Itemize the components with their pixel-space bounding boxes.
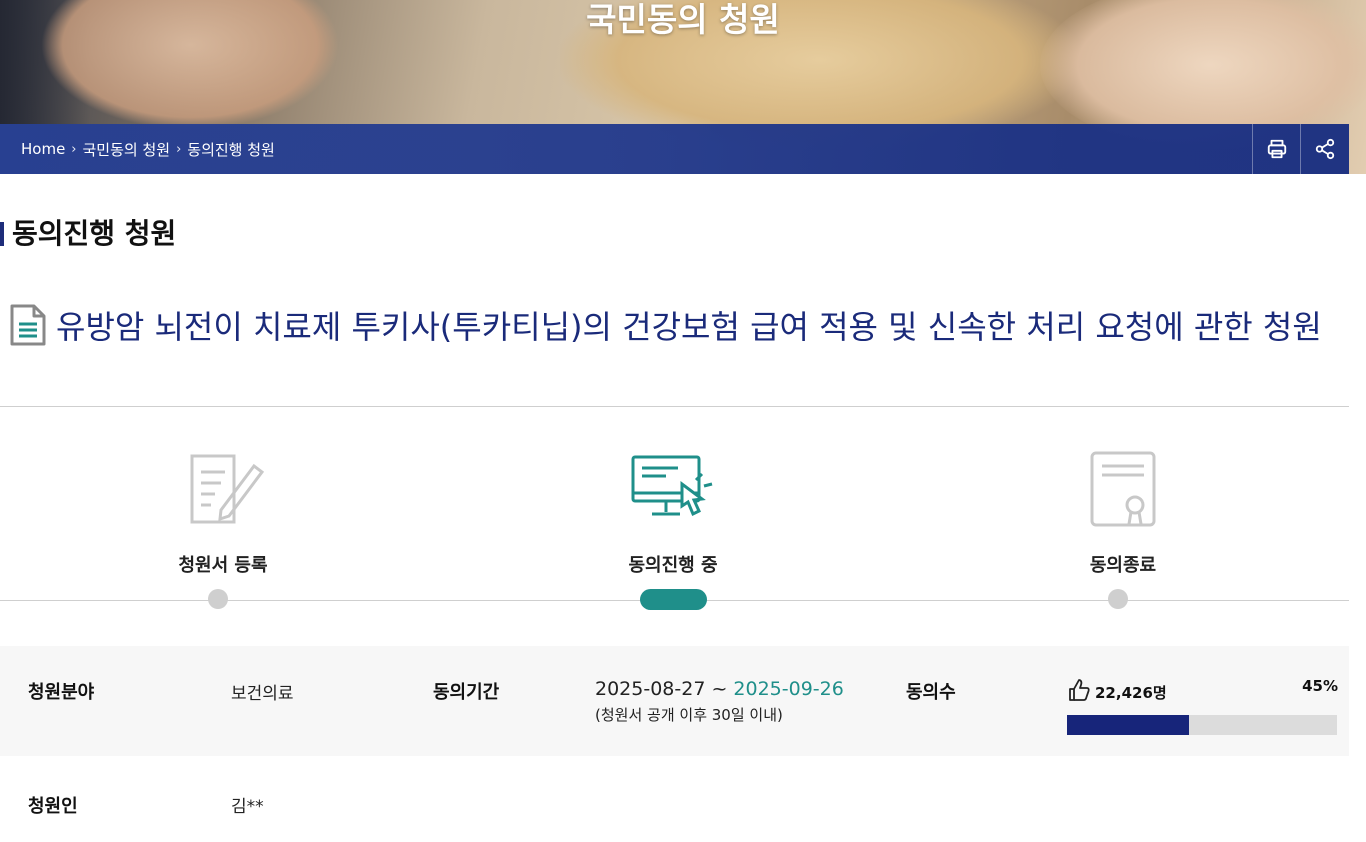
petition-title: 유방암 뇌전이 치료제 투키사(투카티닙)의 건강보험 급여 적용 및 신속한 … <box>56 308 1322 346</box>
section-title-marker <box>0 222 4 246</box>
breadcrumb: Home › 국민동의 청원 › 동의진행 청원 <box>21 124 275 174</box>
period-start: 2025-08-27 ~ <box>595 678 734 700</box>
agree-count: 22,426명 <box>1095 684 1167 702</box>
period-label: 동의기간 <box>433 682 500 703</box>
period-end: 2025-09-26 <box>733 678 844 700</box>
agree-progress-bar <box>1067 715 1337 735</box>
agree-label: 동의수 <box>906 682 956 703</box>
share-icon <box>1315 138 1334 160</box>
step-dot-registered <box>208 589 228 609</box>
period-note: (청원서 공개 이후 30일 이내) <box>595 706 783 724</box>
breadcrumb-current[interactable]: 동의진행 청원 <box>187 139 275 160</box>
field-label: 청원분야 <box>28 682 95 703</box>
petitioner-value: 김** <box>231 797 264 817</box>
agree-percent: 45% <box>1302 677 1338 695</box>
breadcrumb-petitions[interactable]: 국민동의 청원 <box>83 139 171 160</box>
share-button[interactable] <box>1300 124 1348 174</box>
step-label-registered: 청원서 등록 <box>178 555 268 576</box>
document-pen-icon <box>190 454 265 524</box>
section-title: 동의진행 청원 <box>12 217 177 250</box>
step-dot-ended <box>1108 589 1128 609</box>
chevron-right-icon: › <box>71 141 77 157</box>
step-label-in-progress: 동의진행 중 <box>628 555 718 576</box>
petitioner-label: 청원인 <box>28 796 78 817</box>
chevron-right-icon: › <box>176 141 182 157</box>
field-value: 보건의료 <box>231 684 294 704</box>
document-icon <box>10 304 46 346</box>
certificate-icon <box>1090 451 1156 527</box>
step-label-ended: 동의종료 <box>1089 555 1157 576</box>
agree-progress-fill <box>1067 715 1189 735</box>
divider <box>0 406 1349 407</box>
print-button[interactable] <box>1252 124 1300 174</box>
hero-title: 국민동의 청원 <box>586 0 780 39</box>
monitor-click-icon <box>631 455 713 517</box>
printer-icon <box>1267 139 1286 159</box>
hero-banner: 국민동의 청원 Home › 국민동의 청원 › 동의진행 청원 <box>0 0 1366 174</box>
step-indicator-active <box>640 589 707 610</box>
period-value: 2025-08-27 ~ 2025-09-26 <box>595 678 844 700</box>
breadcrumb-home[interactable]: Home <box>21 140 65 158</box>
location-bar: Home › 국민동의 청원 › 동의진행 청원 <box>0 124 1349 174</box>
thumbs-up-icon <box>1069 679 1090 701</box>
